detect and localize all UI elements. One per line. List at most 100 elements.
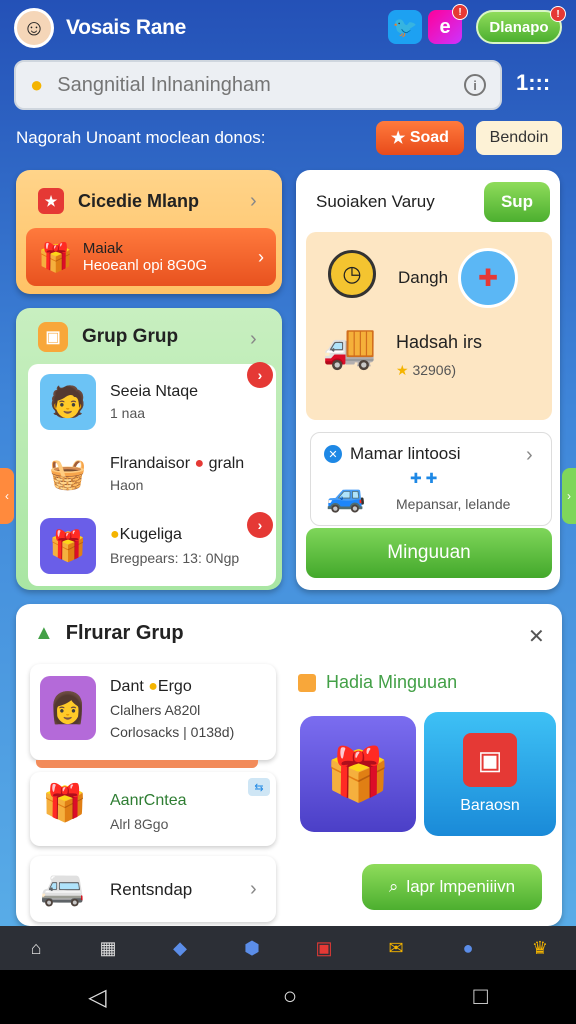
more-menu[interactable]: 1::: xyxy=(516,70,550,96)
avatar: 👩 xyxy=(40,676,96,740)
search-bar[interactable]: ● i xyxy=(14,60,502,110)
notification-badge: ! xyxy=(452,4,468,20)
item-line2: Clalhers A820l xyxy=(110,702,201,718)
item-title: Rentsndap xyxy=(110,880,193,899)
avatar: 🧑 xyxy=(40,374,96,430)
row2-sub: 32906) xyxy=(412,362,457,378)
featured-header: ▲ Flrurar Grup xyxy=(34,622,184,645)
promo-card-title: Cicedie Mlanp xyxy=(78,190,200,211)
car-icon: 🚐 xyxy=(40,866,85,907)
twitter-icon[interactable]: 🐦 xyxy=(388,10,422,44)
notice-sub: Mepansar, lelande xyxy=(396,496,511,512)
close-icon[interactable]: ✕ xyxy=(528,624,545,649)
group-card-title: Grup Grup xyxy=(82,326,179,347)
item-sub: Bregpears: 13: 0Ngp xyxy=(110,550,240,566)
featured-title: Flrurar Grup xyxy=(65,622,184,644)
row2-title: Hadsah irs xyxy=(396,332,483,352)
arrow-right-icon[interactable]: › xyxy=(247,512,273,538)
clock-icon[interactable]: ◷ xyxy=(328,250,376,298)
minguuan-button[interactable]: Minguuan xyxy=(306,528,552,578)
group-card-header: ▣ Grup Grup xyxy=(38,322,178,352)
sup-button[interactable]: Sup xyxy=(484,182,550,222)
item-line3: Corlosacks | 0138d) xyxy=(110,724,235,740)
item-title: Seeia Ntaqe xyxy=(110,383,199,400)
soad-button[interactable]: ★ Soad xyxy=(376,121,464,155)
mail-icon[interactable]: ✉ xyxy=(381,933,411,963)
chevron-right-icon[interactable]: › xyxy=(250,190,257,213)
chevron-right-icon[interactable]: › xyxy=(250,328,257,351)
item1-title-wrap: Dant ●Ergo xyxy=(110,678,192,695)
reward-tile[interactable]: 🎁 xyxy=(300,716,416,832)
lock-icon: ▣ xyxy=(38,322,68,352)
list-item[interactable]: 🎁 ●Kugeliga Bregpears: 13: 0Ngp xyxy=(40,518,239,574)
arrow-right-icon[interactable]: › xyxy=(247,362,273,388)
section-header: Hadia Minguuan xyxy=(298,672,457,693)
soad-label: Soad xyxy=(409,129,449,146)
item-sub: Haon xyxy=(110,477,144,493)
item-title: AanrCntea xyxy=(110,792,187,809)
info-icon[interactable]: i xyxy=(464,74,486,96)
app-title: Vosais Rane xyxy=(66,16,187,39)
car-icon: 🚙 xyxy=(326,477,366,513)
notice-header: ✕ Mamar lintoosi xyxy=(324,444,461,464)
row2-sub-wrap: ★ 32906) xyxy=(396,362,457,378)
header-action-badge: ! xyxy=(550,6,566,22)
home-circle-icon[interactable]: ○ xyxy=(283,983,298,1011)
back-icon[interactable]: ◁ xyxy=(88,983,106,1012)
item-title: Kugeliga xyxy=(119,526,182,543)
item-sub: 1 naa xyxy=(110,405,146,421)
chevron-right-icon[interactable]: › xyxy=(526,444,533,467)
box-icon: ▣ xyxy=(463,733,517,787)
promo-banner[interactable]: 🎁 Maiak Heoeanl opi 8G0G › xyxy=(26,228,276,286)
chevron-right-icon: › xyxy=(258,246,264,267)
list-item[interactable]: 🧑 Seeia Ntaqe 1 naa xyxy=(40,374,198,430)
tag-icon: ⇆ xyxy=(248,778,270,796)
header-action-button[interactable]: Dlanapo! xyxy=(476,6,566,44)
store-icon[interactable]: ▦ xyxy=(93,933,123,963)
header-action-label: Dlanapo xyxy=(489,18,549,36)
gift-icon: 🎁 xyxy=(42,782,87,823)
badge-icon: ✕ xyxy=(324,445,342,463)
item-title: Flrandaisor xyxy=(110,455,191,472)
instagram-icon[interactable]: e! xyxy=(428,4,468,44)
search-button[interactable]: ⌕ lapr lmpeniiivn xyxy=(362,864,542,910)
shop-icon[interactable]: ◆ xyxy=(165,933,195,963)
gift-icon[interactable]: ▣ xyxy=(309,933,339,963)
plus-icon: ✚ ✚ xyxy=(410,470,438,486)
gift-icon: 🎁 xyxy=(38,241,73,273)
profile-avatar[interactable]: ☺ xyxy=(14,8,54,48)
bottom-nav: ⌂ ▦ ◆ ⬢ ▣ ✉ ● ♛ xyxy=(0,926,576,970)
bendoin-button[interactable]: Bendoin xyxy=(476,121,562,155)
people-icon[interactable]: ● xyxy=(453,933,483,963)
system-nav: ◁ ○ □ xyxy=(0,970,576,1024)
recents-icon[interactable]: □ xyxy=(473,983,488,1011)
search-icon: ⌕ xyxy=(388,877,399,896)
prev-arrow-icon[interactable]: ‹ xyxy=(0,468,14,524)
row1-label: Dangh xyxy=(398,268,449,287)
home-icon[interactable]: ⌂ xyxy=(21,933,51,963)
divider xyxy=(36,760,258,768)
next-arrow-icon[interactable]: › xyxy=(562,468,576,524)
basket-icon: 🧺 xyxy=(40,446,96,502)
list-item[interactable]: 🧺 Flrandaisor ● graln Haon xyxy=(40,446,244,502)
tile-label: Baraosn xyxy=(460,797,520,814)
item-tag: Ergo xyxy=(157,678,192,695)
compass-icon[interactable]: ✚ xyxy=(458,248,518,308)
section-title: Hadia Minguuan xyxy=(326,672,458,692)
trophy-icon[interactable]: ♛ xyxy=(525,933,555,963)
item-title: Dant xyxy=(110,678,144,695)
item-tag: graln xyxy=(208,455,245,472)
chevron-right-icon[interactable]: › xyxy=(250,878,257,901)
notice-title: Mamar lintoosi xyxy=(350,444,461,463)
section-icon xyxy=(298,673,316,692)
search-input[interactable] xyxy=(57,73,464,97)
variety-card-title: Suoiaken Varuy xyxy=(316,192,435,211)
reward-tile-2[interactable]: ▣ Baraosn xyxy=(424,712,556,836)
subheader-text: Nagorah Unoant moclean donos: xyxy=(16,128,266,147)
promo-line1: Maiak xyxy=(82,240,123,257)
promo-line2: Heoeanl opi 8G0G xyxy=(82,257,208,274)
star-icon: ★ xyxy=(38,188,64,214)
truck-icon: 🚚 xyxy=(322,322,377,371)
shield-icon[interactable]: ⬢ xyxy=(237,933,267,963)
search-button-label: lapr lmpeniiivn xyxy=(406,877,516,896)
